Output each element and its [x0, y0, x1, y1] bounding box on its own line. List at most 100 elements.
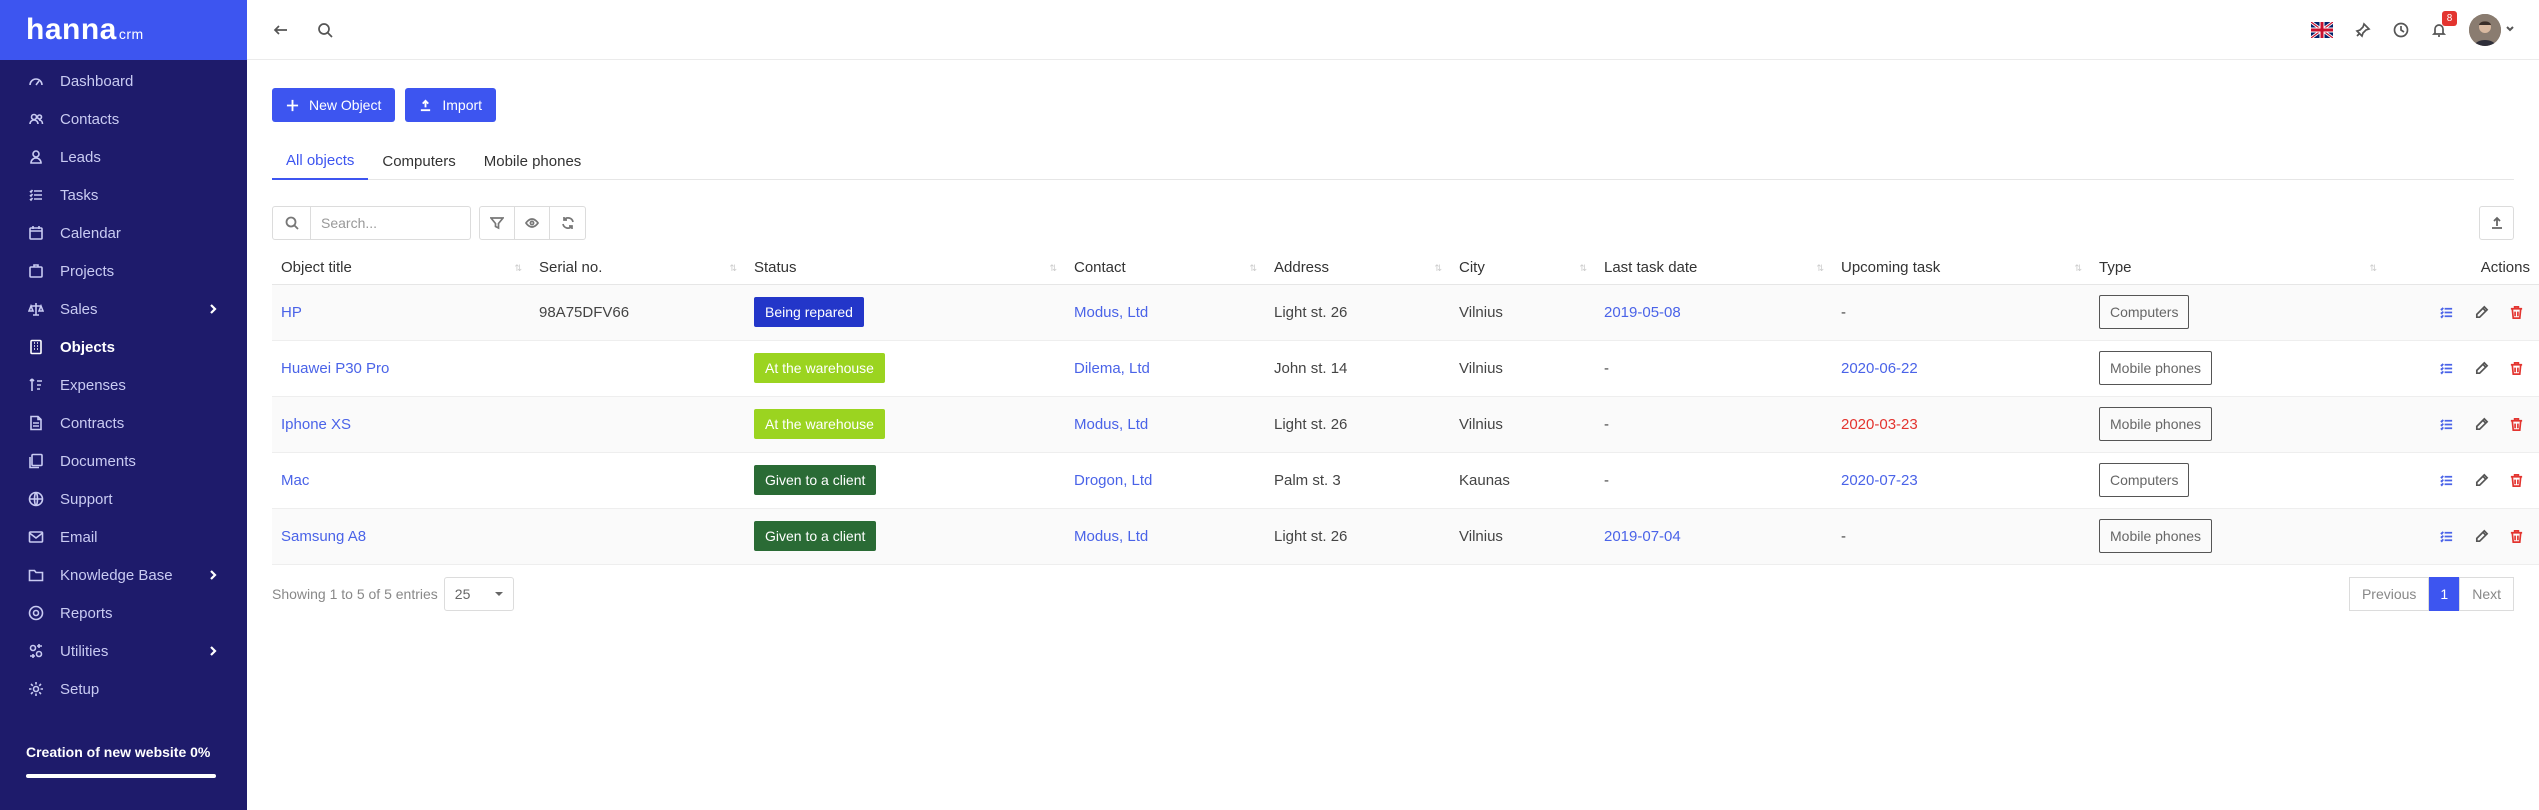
task-list-icon[interactable]: [2439, 473, 2454, 488]
column-header-label: Serial no.: [539, 259, 603, 277]
type-tag[interactable]: Mobile phones: [2099, 519, 2213, 553]
page-1-button[interactable]: 1: [2429, 576, 2460, 611]
column-header-status[interactable]: Status ⇅: [745, 252, 1065, 285]
sidebar-item-expenses[interactable]: Expenses: [0, 366, 247, 404]
dashboard-icon: [26, 71, 46, 91]
avatar[interactable]: [2469, 13, 2501, 46]
column-header-contact[interactable]: Contact ⇅: [1065, 252, 1265, 285]
search-icon[interactable]: [317, 22, 333, 38]
sidebar-item-reports[interactable]: Reports: [0, 594, 247, 632]
sidebar-item-contacts[interactable]: Contacts: [0, 100, 247, 138]
column-header-label: Object title: [281, 259, 352, 277]
sidebar-item-setup[interactable]: Setup: [0, 670, 247, 708]
object-title-link[interactable]: Huawei P30 Pro: [281, 360, 389, 377]
column-header-address[interactable]: Address ⇅: [1265, 252, 1450, 285]
filter-icon[interactable]: [480, 207, 515, 239]
task-list-icon[interactable]: [2439, 417, 2454, 432]
sidebar-item-projects[interactable]: Projects: [0, 252, 247, 290]
sort-icon: ⇅: [1049, 263, 1057, 273]
pin-icon[interactable]: [2355, 21, 2371, 38]
table-header-row: Object title ⇅ Serial no. ⇅ Status ⇅ Contact ⇅ A…: [272, 252, 2539, 285]
edit-pencil-icon[interactable]: [2474, 417, 2489, 432]
upcoming-task-date: -: [1841, 527, 1846, 545]
column-header-upcoming-task[interactable]: Upcoming task ⇅: [1832, 252, 2090, 285]
upcoming-task-date[interactable]: 2020-03-23: [1841, 416, 1918, 433]
sidebar-item-email[interactable]: Email: [0, 518, 247, 556]
type-tag[interactable]: Computers: [2099, 463, 2190, 497]
edit-pencil-icon[interactable]: [2474, 361, 2489, 376]
uk-flag-icon[interactable]: [2310, 20, 2334, 39]
column-header-object-title[interactable]: Object title ⇅: [272, 252, 530, 285]
eye-icon[interactable]: [515, 207, 550, 239]
column-header-last-task-date[interactable]: Last task date ⇅: [1595, 252, 1832, 285]
column-header-label: Address: [1274, 259, 1330, 277]
edit-pencil-icon[interactable]: [2474, 305, 2489, 320]
cell-address: Palm st. 3: [1265, 452, 1450, 509]
previous-page-button[interactable]: Previous: [2348, 576, 2430, 611]
refresh-icon[interactable]: [550, 207, 585, 239]
next-page-button[interactable]: Next: [2459, 576, 2514, 611]
new-object-button[interactable]: New Object: [272, 88, 396, 122]
contact-link[interactable]: Modus, Ltd: [1074, 416, 1148, 433]
sidebar-item-objects[interactable]: Objects: [0, 328, 247, 366]
task-list-icon[interactable]: [2439, 529, 2454, 544]
sidebar-item-contracts[interactable]: Contracts: [0, 404, 247, 442]
task-list-icon[interactable]: [2439, 361, 2454, 376]
documents-icon: [26, 451, 46, 471]
sidebar-item-leads[interactable]: Leads: [0, 138, 247, 176]
task-list-icon[interactable]: [2439, 305, 2454, 320]
sidebar-item-sales[interactable]: Sales: [0, 290, 247, 328]
tab-mobile-phones[interactable]: Mobile phones: [470, 142, 596, 180]
sidebar-item-dashboard[interactable]: Dashboard: [0, 62, 247, 100]
sidebar-item-calendar[interactable]: Calendar: [0, 214, 247, 252]
page-size-select[interactable]: 25: [443, 576, 514, 611]
sidebar-item-knowledge-base[interactable]: Knowledge Base: [0, 556, 247, 594]
last-task-date[interactable]: 2019-07-04: [1604, 528, 1681, 545]
type-tag[interactable]: Mobile phones: [2099, 351, 2213, 385]
status-badge: Given to a client: [754, 521, 877, 551]
delete-trash-icon[interactable]: [2509, 417, 2524, 432]
sidebar-item-tasks[interactable]: Tasks: [0, 176, 247, 214]
delete-trash-icon[interactable]: [2509, 529, 2524, 544]
sidebar-item-documents[interactable]: Documents: [0, 442, 247, 480]
calendar-icon: [26, 223, 46, 243]
object-title-link[interactable]: Iphone XS: [281, 416, 351, 433]
last-task-date[interactable]: 2019-05-08: [1604, 304, 1681, 321]
search-input[interactable]: [311, 208, 469, 238]
edit-pencil-icon[interactable]: [2474, 529, 2489, 544]
user-menu[interactable]: [2469, 13, 2515, 46]
edit-pencil-icon[interactable]: [2474, 473, 2489, 488]
delete-trash-icon[interactable]: [2509, 361, 2524, 376]
upcoming-task-date[interactable]: 2020-07-23: [1841, 472, 1918, 489]
column-header-city[interactable]: City ⇅: [1450, 252, 1595, 285]
contact-link[interactable]: Dilema, Ltd: [1074, 360, 1150, 377]
sidebar-item-utilities[interactable]: Utilities: [0, 632, 247, 670]
chevron-down-icon[interactable]: [2505, 21, 2515, 39]
bell-icon[interactable]: 8: [2431, 10, 2457, 38]
delete-trash-icon[interactable]: [2509, 473, 2524, 488]
type-tag[interactable]: Computers: [2099, 295, 2190, 329]
upcoming-task-date[interactable]: 2020-06-22: [1841, 360, 1918, 377]
object-title-link[interactable]: Mac: [281, 472, 309, 489]
export-icon[interactable]: [2479, 206, 2514, 240]
import-label: Import: [442, 97, 483, 113]
contact-link[interactable]: Modus, Ltd: [1074, 304, 1148, 321]
object-title-link[interactable]: HP: [281, 304, 302, 321]
column-header-type[interactable]: Type ⇅: [2090, 252, 2385, 285]
column-header-serial-no[interactable]: Serial no. ⇅: [530, 252, 745, 285]
back-arrow-icon[interactable]: [273, 22, 289, 38]
tab-computers[interactable]: Computers: [368, 142, 469, 180]
logo[interactable]: hanna crm: [26, 13, 144, 47]
cell-contact: Modus, Ltd: [1065, 508, 1265, 565]
contact-link[interactable]: Modus, Ltd: [1074, 528, 1148, 545]
column-header-label: Upcoming task: [1841, 259, 1941, 277]
object-title-link[interactable]: Samsung A8: [281, 528, 366, 545]
cell-title: Samsung A8: [272, 508, 530, 565]
import-button[interactable]: Import: [405, 88, 497, 122]
tab-all-objects[interactable]: All objects: [272, 142, 369, 180]
clock-icon[interactable]: [2393, 22, 2409, 38]
delete-trash-icon[interactable]: [2509, 305, 2524, 320]
contact-link[interactable]: Drogon, Ltd: [1074, 472, 1152, 489]
sidebar-item-support[interactable]: Support: [0, 480, 247, 518]
type-tag[interactable]: Mobile phones: [2099, 407, 2213, 441]
